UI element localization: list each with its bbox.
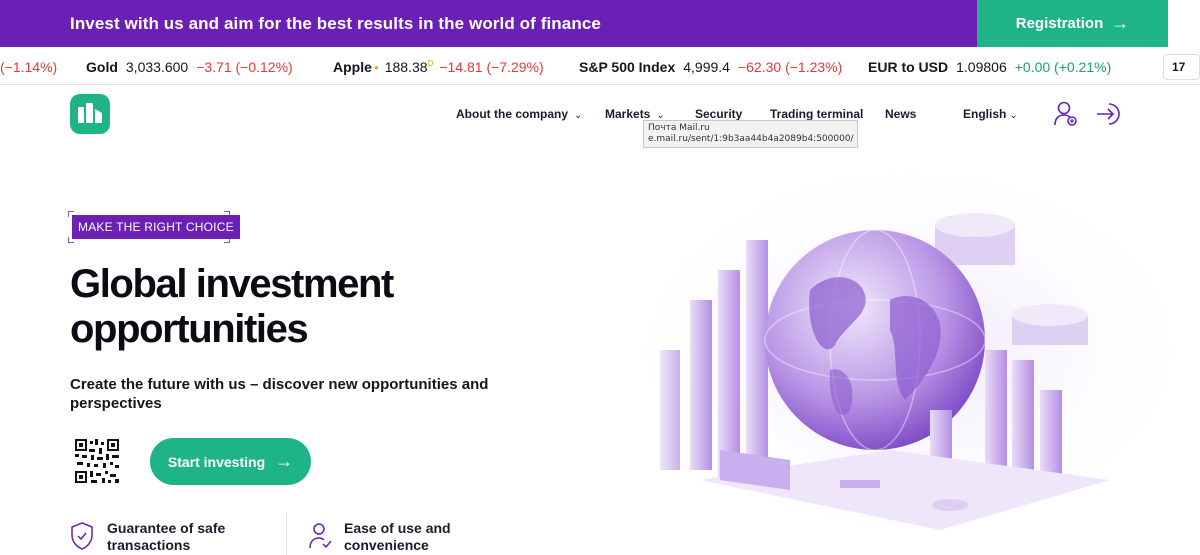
feature-safe-transactions: Guarantee of safe transactions <box>107 520 226 553</box>
ticker-item-gold[interactable]: Gold 3,033.600 −3.71 (−0.12%) <box>86 59 293 75</box>
ticker-partial-change: (−1.14%) <box>0 59 58 75</box>
promo-text: Invest with us and aim for the best resu… <box>70 14 601 33</box>
link-tooltip: Почта Mail.ru e.mail.ru/sent/1:9b3aa44b4… <box>643 120 858 148</box>
promo-right-gap <box>1168 0 1200 47</box>
shield-check-icon <box>71 522 93 550</box>
registration-button[interactable]: Registration → <box>977 0 1168 47</box>
nav-security[interactable]: Security <box>695 107 742 121</box>
feature-divider <box>286 512 287 555</box>
feature-ease-of-use: Ease of use and convenience <box>344 520 451 553</box>
ticker-item-eurusd[interactable]: EUR to USD 1.09806 +0.00 (+0.21%) <box>868 59 1111 75</box>
company-logo[interactable] <box>70 94 110 134</box>
ticker-item-sp500[interactable]: S&P 500 Index 4,999.4 −62.30 (−1.23%) <box>579 59 842 75</box>
arrow-right-icon: → <box>1111 13 1130 33</box>
nav-markets[interactable]: Markets ⌄ <box>605 107 665 121</box>
logo-mark-icon <box>78 103 102 123</box>
hero-title: Global investment opportunities <box>70 262 394 351</box>
tradingview-logo-icon[interactable]: 17 <box>1163 54 1200 80</box>
start-investing-button[interactable]: Start investing → <box>150 438 311 485</box>
user-check-icon <box>309 523 332 549</box>
user-account-icon[interactable] <box>1054 101 1078 127</box>
arrow-right-icon: → <box>275 451 294 471</box>
chevron-down-icon: ⌄ <box>574 110 583 121</box>
dot-icon: ● <box>373 63 379 72</box>
ticker-item-apple[interactable]: Apple ● 188.38D −14.81 (−7.29%) <box>333 59 544 75</box>
nav-trading-terminal[interactable]: Trading terminal <box>770 107 863 121</box>
registration-label: Registration <box>1015 15 1104 32</box>
hero-subtitle: Create the future with us – discover new… <box>70 376 489 412</box>
login-icon[interactable] <box>1096 102 1122 126</box>
hero-tag: MAKE THE RIGHT CHOICE <box>72 215 240 239</box>
promo-banner: Invest with us and aim for the best resu… <box>0 0 1200 47</box>
language-selector[interactable]: English ⌄ <box>963 107 1018 121</box>
nav-news[interactable]: News <box>885 107 916 121</box>
chevron-down-icon: ⌄ <box>1009 110 1018 121</box>
globe-finance-illustration <box>610 150 1200 550</box>
qr-code-icon[interactable] <box>75 439 119 483</box>
nav-about-company[interactable]: About the company ⌄ <box>456 107 582 121</box>
ticker-tape[interactable]: (−1.14%) Gold 3,033.600 −3.71 (−0.12%) App… <box>0 47 1200 85</box>
